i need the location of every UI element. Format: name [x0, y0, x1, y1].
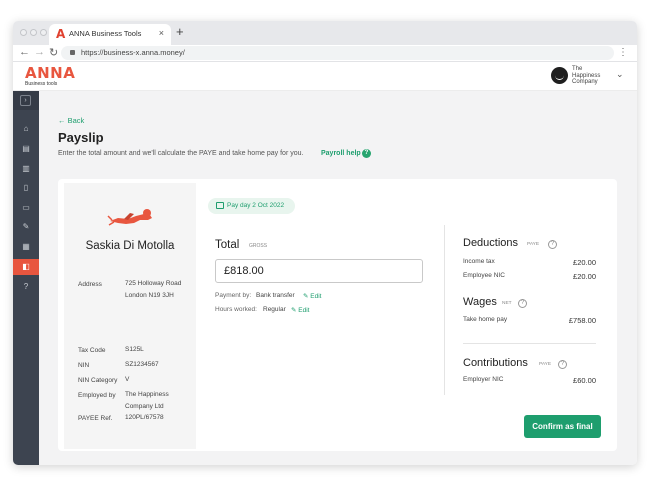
payment-by-label: Payment by:	[215, 292, 252, 299]
tax-code-label: Tax Code	[78, 347, 106, 354]
pay-day-badge[interactable]: Pay day 2 Oct 2022	[208, 198, 295, 214]
wages-info-icon[interactable]: ?	[518, 299, 527, 308]
url-text: https://business-x.anna.money/	[81, 48, 185, 57]
help-circle-icon[interactable]: ?	[13, 279, 39, 295]
edit-hours-link[interactable]: ✎ Edit	[291, 306, 309, 314]
nin-category-label: NIN Category	[78, 377, 118, 384]
back-link[interactable]: ← Back	[58, 116, 84, 125]
browser-window: A ANNA Business Tools × + ← → ↻ https://…	[13, 21, 637, 465]
payment-by-value: Bank transfer	[256, 292, 295, 299]
employer-nic-label: Employer NIC	[463, 376, 504, 383]
payee-ref-label: PAYEE Ref.	[78, 415, 113, 422]
horizontal-divider	[463, 343, 596, 344]
deductions-tag: PAYE	[527, 242, 540, 247]
income-tax-label: Income tax	[463, 258, 495, 265]
flying-person-illustration	[107, 209, 152, 226]
wages-tag: NET	[502, 301, 512, 306]
gross-tag: GROSS	[249, 243, 268, 249]
chevron-down-icon[interactable]: ⌄	[616, 69, 624, 80]
company-avatar[interactable]	[551, 67, 568, 84]
contributions-info-icon[interactable]: ?	[558, 360, 567, 369]
total-amount-input[interactable]: £818.00	[215, 259, 423, 283]
confirm-as-final-button[interactable]: Confirm as final	[524, 415, 601, 438]
invoice-icon[interactable]: ▤	[13, 141, 39, 157]
tab-close-icon[interactable]: ×	[159, 28, 164, 38]
back-arrow-icon[interactable]: ←	[19, 46, 30, 58]
page-subtitle: Enter the total amount and we'll calcula…	[58, 150, 304, 157]
help-icon[interactable]: ?	[362, 149, 371, 158]
income-tax-value: £20.00	[573, 258, 596, 267]
window-close-dot[interactable]	[20, 29, 27, 36]
take-home-pay-label: Take home pay	[463, 316, 508, 323]
new-tab-icon[interactable]: +	[176, 24, 184, 39]
tab-title: ANNA Business Tools	[69, 29, 142, 38]
browser-tabbar: A ANNA Business Tools × +	[13, 21, 637, 45]
calendar-icon	[216, 202, 224, 209]
browser-menu-icon[interactable]: ⋮	[618, 47, 628, 58]
employee-nic-label: Employee NIC	[463, 272, 505, 279]
payee-ref-value: 120PL/67578	[125, 414, 164, 421]
tax-code-value: S125L	[125, 346, 144, 353]
window-minimize-dot[interactable]	[30, 29, 37, 36]
employee-panel: Saskia Di Motolla Address 725 Holloway R…	[64, 183, 196, 449]
anna-logo-subtitle: Business tools	[25, 81, 58, 87]
sidebar-expand-icon[interactable]: ›	[20, 95, 31, 106]
nin-label: NIN	[78, 362, 90, 369]
home-icon[interactable]: ⌂	[13, 121, 39, 137]
nin-category-value: V	[125, 376, 130, 383]
lock-icon	[70, 50, 75, 55]
payroll-help-link[interactable]: Payroll help	[321, 150, 361, 157]
sidebar: › ⌂ ▤ ▥ ▯ ▭ ✎ ▦ ◧ ?	[13, 91, 39, 465]
url-field[interactable]: https://business-x.anna.money/	[61, 46, 614, 60]
browser-tab[interactable]: A ANNA Business Tools ×	[49, 24, 171, 45]
forward-arrow-icon[interactable]: →	[34, 46, 45, 58]
sidebar-header: ›	[13, 91, 39, 110]
employed-by-value: The Happiness Company Ltd	[125, 391, 169, 410]
edit-payment-link[interactable]: ✎ Edit	[303, 292, 321, 300]
deductions-info-icon[interactable]: ?	[548, 240, 557, 249]
nin-value: SZ1234567	[125, 361, 159, 368]
contributions-title: Contributions	[463, 357, 528, 369]
anna-logo[interactable]: ANNA	[25, 64, 75, 82]
total-title: Total	[215, 239, 240, 251]
anna-favicon-icon: A	[56, 27, 66, 41]
vertical-divider	[444, 225, 445, 395]
total-amount-value: £818.00	[224, 265, 264, 277]
deductions-title: Deductions	[463, 237, 519, 249]
main-content: ← Back Payslip Enter the total amount an…	[39, 91, 637, 465]
take-home-pay-value: £758.00	[568, 316, 596, 325]
hours-worked-value: Regular	[263, 306, 286, 313]
company-name[interactable]: The Happiness Company	[572, 66, 612, 86]
employee-nic-value: £20.00	[573, 272, 596, 281]
page-title: Payslip	[58, 130, 104, 145]
wallet-icon[interactable]: ◧	[13, 259, 39, 275]
book-icon[interactable]: ▯	[13, 180, 39, 196]
wages-title: Wages	[463, 296, 497, 308]
window-maximize-dot[interactable]	[40, 29, 47, 36]
pay-day-text: Pay day 2 Oct 2022	[227, 202, 285, 209]
calendar-icon[interactable]: ▦	[13, 239, 39, 255]
employer-nic-value: £60.00	[573, 376, 596, 385]
address-value: 725 Holloway Road London N19 3JH	[125, 280, 182, 299]
payslip-card: Saskia Di Motolla Address 725 Holloway R…	[58, 179, 617, 451]
hours-worked-label: Hours worked:	[215, 306, 257, 313]
address-label: Address	[78, 281, 102, 288]
bin-icon[interactable]: ▥	[13, 161, 39, 177]
document-icon[interactable]: ▭	[13, 200, 39, 216]
app-header: ANNA Business tools The Happiness Compan…	[13, 62, 637, 91]
employee-name: Saskia Di Motolla	[85, 240, 175, 252]
pencil-icon[interactable]: ✎	[13, 219, 39, 235]
contributions-tag: PAYE	[539, 362, 552, 367]
reload-icon[interactable]: ↻	[49, 46, 58, 59]
browser-addressbar: ← → ↻ https://business-x.anna.money/ ⋮	[13, 45, 637, 62]
employed-by-label: Employed by	[78, 392, 116, 399]
